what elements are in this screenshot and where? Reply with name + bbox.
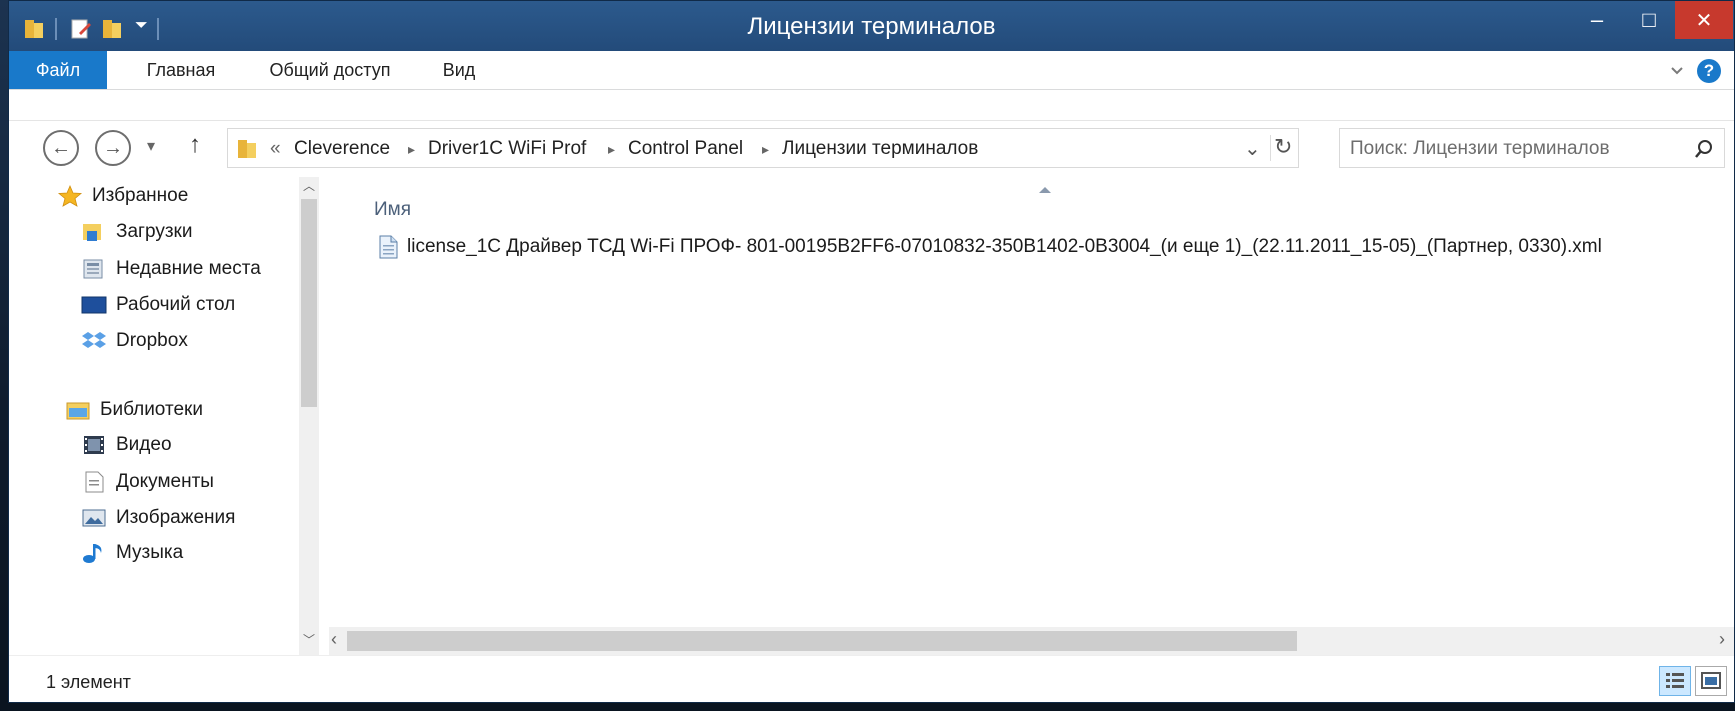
item-count: 1 элемент [46,672,131,692]
nav-pane-scroll-thumb[interactable] [301,199,317,407]
tab-file[interactable]: Файл [9,51,107,89]
up-button[interactable]: ↑ [189,131,201,159]
back-button[interactable]: ← [43,130,79,166]
forward-button[interactable]: → [95,130,131,166]
window-title: Лицензии терминалов [747,13,996,40]
nav-libraries-label: Библиотеки [100,399,203,420]
video-icon [84,436,104,454]
nav-item-label: Рабочий стол [116,294,236,315]
details-view-button[interactable] [1659,666,1691,696]
scroll-up-icon[interactable]: ︿ [303,177,315,194]
address-row: ← → ▾ ↑ « Cleverence ▸ Driver1C WiFi Pro… [9,121,1734,177]
search-box[interactable]: Поиск: Лицензии терминалов [1339,128,1725,168]
column-header-name[interactable]: Имя [374,199,411,221]
status-bar: 1 элемент [9,655,1734,702]
tab-home[interactable]: Главная [129,51,233,89]
desktop-icon [81,296,107,314]
minimize-button[interactable]: – [1571,1,1623,39]
refresh-icon[interactable]: ↻ [1274,134,1292,160]
large-icons-view-button[interactable] [1695,666,1727,696]
breadcrumb-overflow[interactable]: « [270,138,281,160]
address-divider [1270,135,1271,161]
xml-file-icon [379,235,398,259]
nav-item-music[interactable]: Музыка [81,542,183,564]
nav-item-label: Документы [116,471,214,492]
close-button[interactable]: ✕ [1675,1,1733,39]
folder-icon [238,140,256,158]
breadcrumb-separator-icon[interactable]: ▸ [408,141,415,158]
nav-favorites-label: Избранное [92,185,189,206]
recent-places-icon [83,259,103,279]
pictures-icon [82,509,106,527]
file-name: license_1C Драйвер ТСД Wi-Fi ПРОФ- 801-0… [407,236,1602,257]
breadcrumb-item[interactable]: Control Panel [628,138,743,160]
address-bar[interactable]: « Cleverence ▸ Driver1C WiFi Prof ▸ Cont… [227,128,1299,168]
tab-share[interactable]: Общий доступ [255,51,405,89]
title-bar[interactable]: ⏷ Лицензии терминалов – □ ✕ [9,1,1734,51]
nav-item-pictures[interactable]: Изображения [81,507,235,529]
nav-favorites[interactable]: Избранное [57,185,188,207]
star-icon [57,185,83,207]
scroll-right-icon[interactable]: › [1719,629,1725,650]
breadcrumb-item[interactable]: Cleverence [294,138,390,160]
details-view-icon [1666,673,1684,688]
recent-locations-icon[interactable]: ▾ [147,136,155,156]
nav-item-label: Dropbox [116,330,188,351]
breadcrumb-item[interactable]: Driver1C WiFi Prof [428,138,586,160]
tab-view[interactable]: Вид [427,51,491,89]
ribbon-divider [9,89,1734,90]
explorer-window: ⏷ Лицензии терминалов – □ ✕ Файл Главная… [8,0,1735,703]
nav-item-documents[interactable]: Документы [81,471,214,493]
search-input[interactable]: Поиск: Лицензии терминалов [1350,138,1610,160]
help-icon[interactable]: ? [1697,59,1721,83]
breadcrumb-separator-icon[interactable]: ▸ [762,141,769,158]
documents-icon [85,471,104,493]
nav-item-label: Видео [116,434,172,455]
chevron-down-icon[interactable] [1669,63,1685,79]
navigation-pane: Избранное Загрузки Недавние места Рабочи… [9,177,299,655]
nav-item-desktop[interactable]: Рабочий стол [81,294,235,316]
large-icons-view-icon [1701,672,1721,689]
search-icon[interactable] [1694,139,1714,159]
content-horizontal-scrollbar[interactable]: ‹ › [329,627,1734,655]
sort-ascending-icon [1039,187,1051,193]
address-dropdown-icon[interactable]: ⌄ [1244,136,1261,161]
nav-item-label: Изображения [116,507,236,528]
file-row[interactable]: license_1C Драйвер ТСД Wi-Fi ПРОФ- 801-0… [377,235,1602,259]
main-area: Избранное Загрузки Недавние места Рабочи… [9,177,1734,655]
nav-item-recent-places[interactable]: Недавние места [81,258,261,280]
music-icon [83,544,102,563]
dropbox-icon [82,332,106,348]
content-scroll-thumb[interactable] [347,631,1297,651]
nav-item-label: Музыка [116,542,184,563]
nav-item-video[interactable]: Видео [81,434,172,456]
downloads-folder-icon [83,224,101,241]
scroll-left-icon[interactable]: ‹ [331,629,337,650]
scroll-down-icon[interactable]: ﹀ [303,631,315,648]
libraries-icon [66,402,90,420]
breadcrumb-separator-icon[interactable]: ▸ [608,141,615,158]
ribbon: Файл Главная Общий доступ Вид ? [9,51,1734,121]
nav-pane-scrollbar[interactable]: ︿ ﹀ [299,177,319,655]
maximize-button[interactable]: □ [1623,1,1675,39]
nav-item-label: Загрузки [116,221,193,242]
breadcrumb-item[interactable]: Лицензии терминалов [782,138,978,160]
nav-item-downloads[interactable]: Загрузки [81,221,192,243]
nav-item-label: Недавние места [116,258,261,279]
nav-libraries[interactable]: Библиотеки [65,399,203,421]
nav-item-dropbox[interactable]: Dropbox [81,330,188,352]
